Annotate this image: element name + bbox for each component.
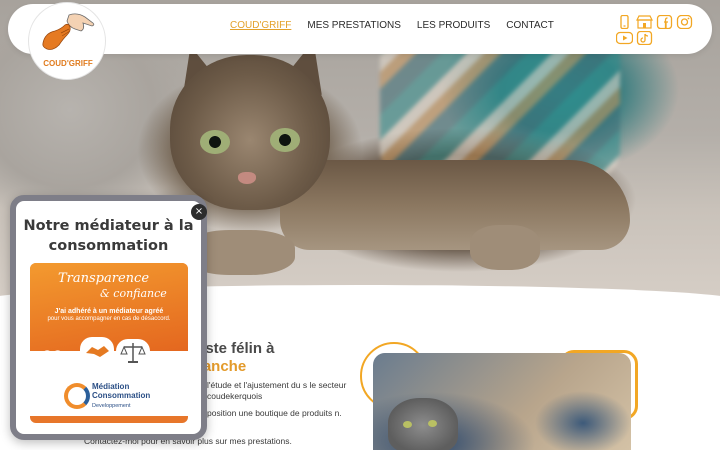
- brand-name-line-1: Médiation: [92, 382, 130, 391]
- hero-cat-body: [280, 160, 630, 250]
- photo-cat: [388, 398, 458, 450]
- top-navbar: COUD'GRIFF MES PRESTATIONS LES PRODUITS …: [8, 4, 712, 54]
- mediation-logo-icon: [64, 383, 90, 409]
- mediation-brand: Médiation Consommation Developpement: [30, 373, 188, 423]
- nav-item-coudgriff[interactable]: COUD'GRIFF: [230, 20, 291, 31]
- mediation-brand-name: Médiation Consommation: [92, 382, 150, 400]
- main-nav: COUD'GRIFF MES PRESTATIONS LES PRODUITS …: [230, 20, 554, 31]
- store-icon[interactable]: [636, 14, 653, 29]
- intro-paragraph-1: l'étude et l'ajustement du s le secteur …: [207, 380, 347, 401]
- photo-cat-eye: [403, 421, 412, 428]
- nav-item-produits[interactable]: LES PRODUITS: [417, 20, 490, 31]
- facebook-icon[interactable]: [656, 14, 673, 30]
- nav-item-contact[interactable]: CONTACT: [506, 20, 554, 31]
- cat-owner-photo: [373, 353, 631, 450]
- hand-paw-icon: [42, 13, 95, 50]
- social-links: [615, 14, 708, 46]
- intro-paragraph-2: position une boutique de produits n.: [207, 408, 342, 418]
- hero-cat-nose: [238, 172, 256, 184]
- phone-icon[interactable]: [616, 14, 633, 30]
- badge-headline-1: Transparence: [58, 271, 150, 286]
- hero-cat-eye-left: [200, 130, 230, 154]
- section-heading-line-1: liste félin à: [197, 340, 275, 357]
- site-logo[interactable]: COUD'GRIFF: [28, 2, 106, 80]
- brand-name-line-2: Consommation: [92, 391, 151, 400]
- section-heading-line-2: ranche: [197, 358, 247, 375]
- instagram-icon[interactable]: [676, 14, 693, 30]
- badge-line-1: J'ai adhéré à un médiateur agréé: [54, 308, 164, 315]
- badge-footer-bar: [30, 416, 188, 423]
- hero-cat-paw: [470, 225, 540, 270]
- paw-prints-icon: ●●: [42, 347, 63, 361]
- logo-text: COUD'GRIFF: [43, 59, 93, 68]
- badge-icons: ●●: [30, 331, 188, 371]
- popup-title: Notre médiateur à la consommation: [23, 218, 194, 254]
- nav-item-prestations[interactable]: MES PRESTATIONS: [307, 20, 401, 31]
- mediation-brand-sub: Developpement: [92, 403, 131, 409]
- badge-headline-2: & confiance: [100, 287, 167, 300]
- mediation-badge[interactable]: Transparence & confiance J'ai adhéré à u…: [30, 263, 188, 423]
- hero-cat-eye-right: [270, 128, 300, 152]
- hero-cat-head: [170, 55, 330, 210]
- handshake-icon: [80, 337, 114, 365]
- photo-cat-eye: [428, 420, 437, 427]
- youtube-icon[interactable]: [615, 30, 634, 45]
- section-heading: liste félin à ranche: [197, 340, 275, 376]
- mediator-popup: × Notre médiateur à la consommation Tran…: [10, 195, 207, 440]
- badge-line-2: pour vous accompagner en cas de désaccor…: [47, 316, 171, 322]
- tiktok-icon[interactable]: [636, 30, 653, 46]
- scales-icon: [116, 339, 150, 367]
